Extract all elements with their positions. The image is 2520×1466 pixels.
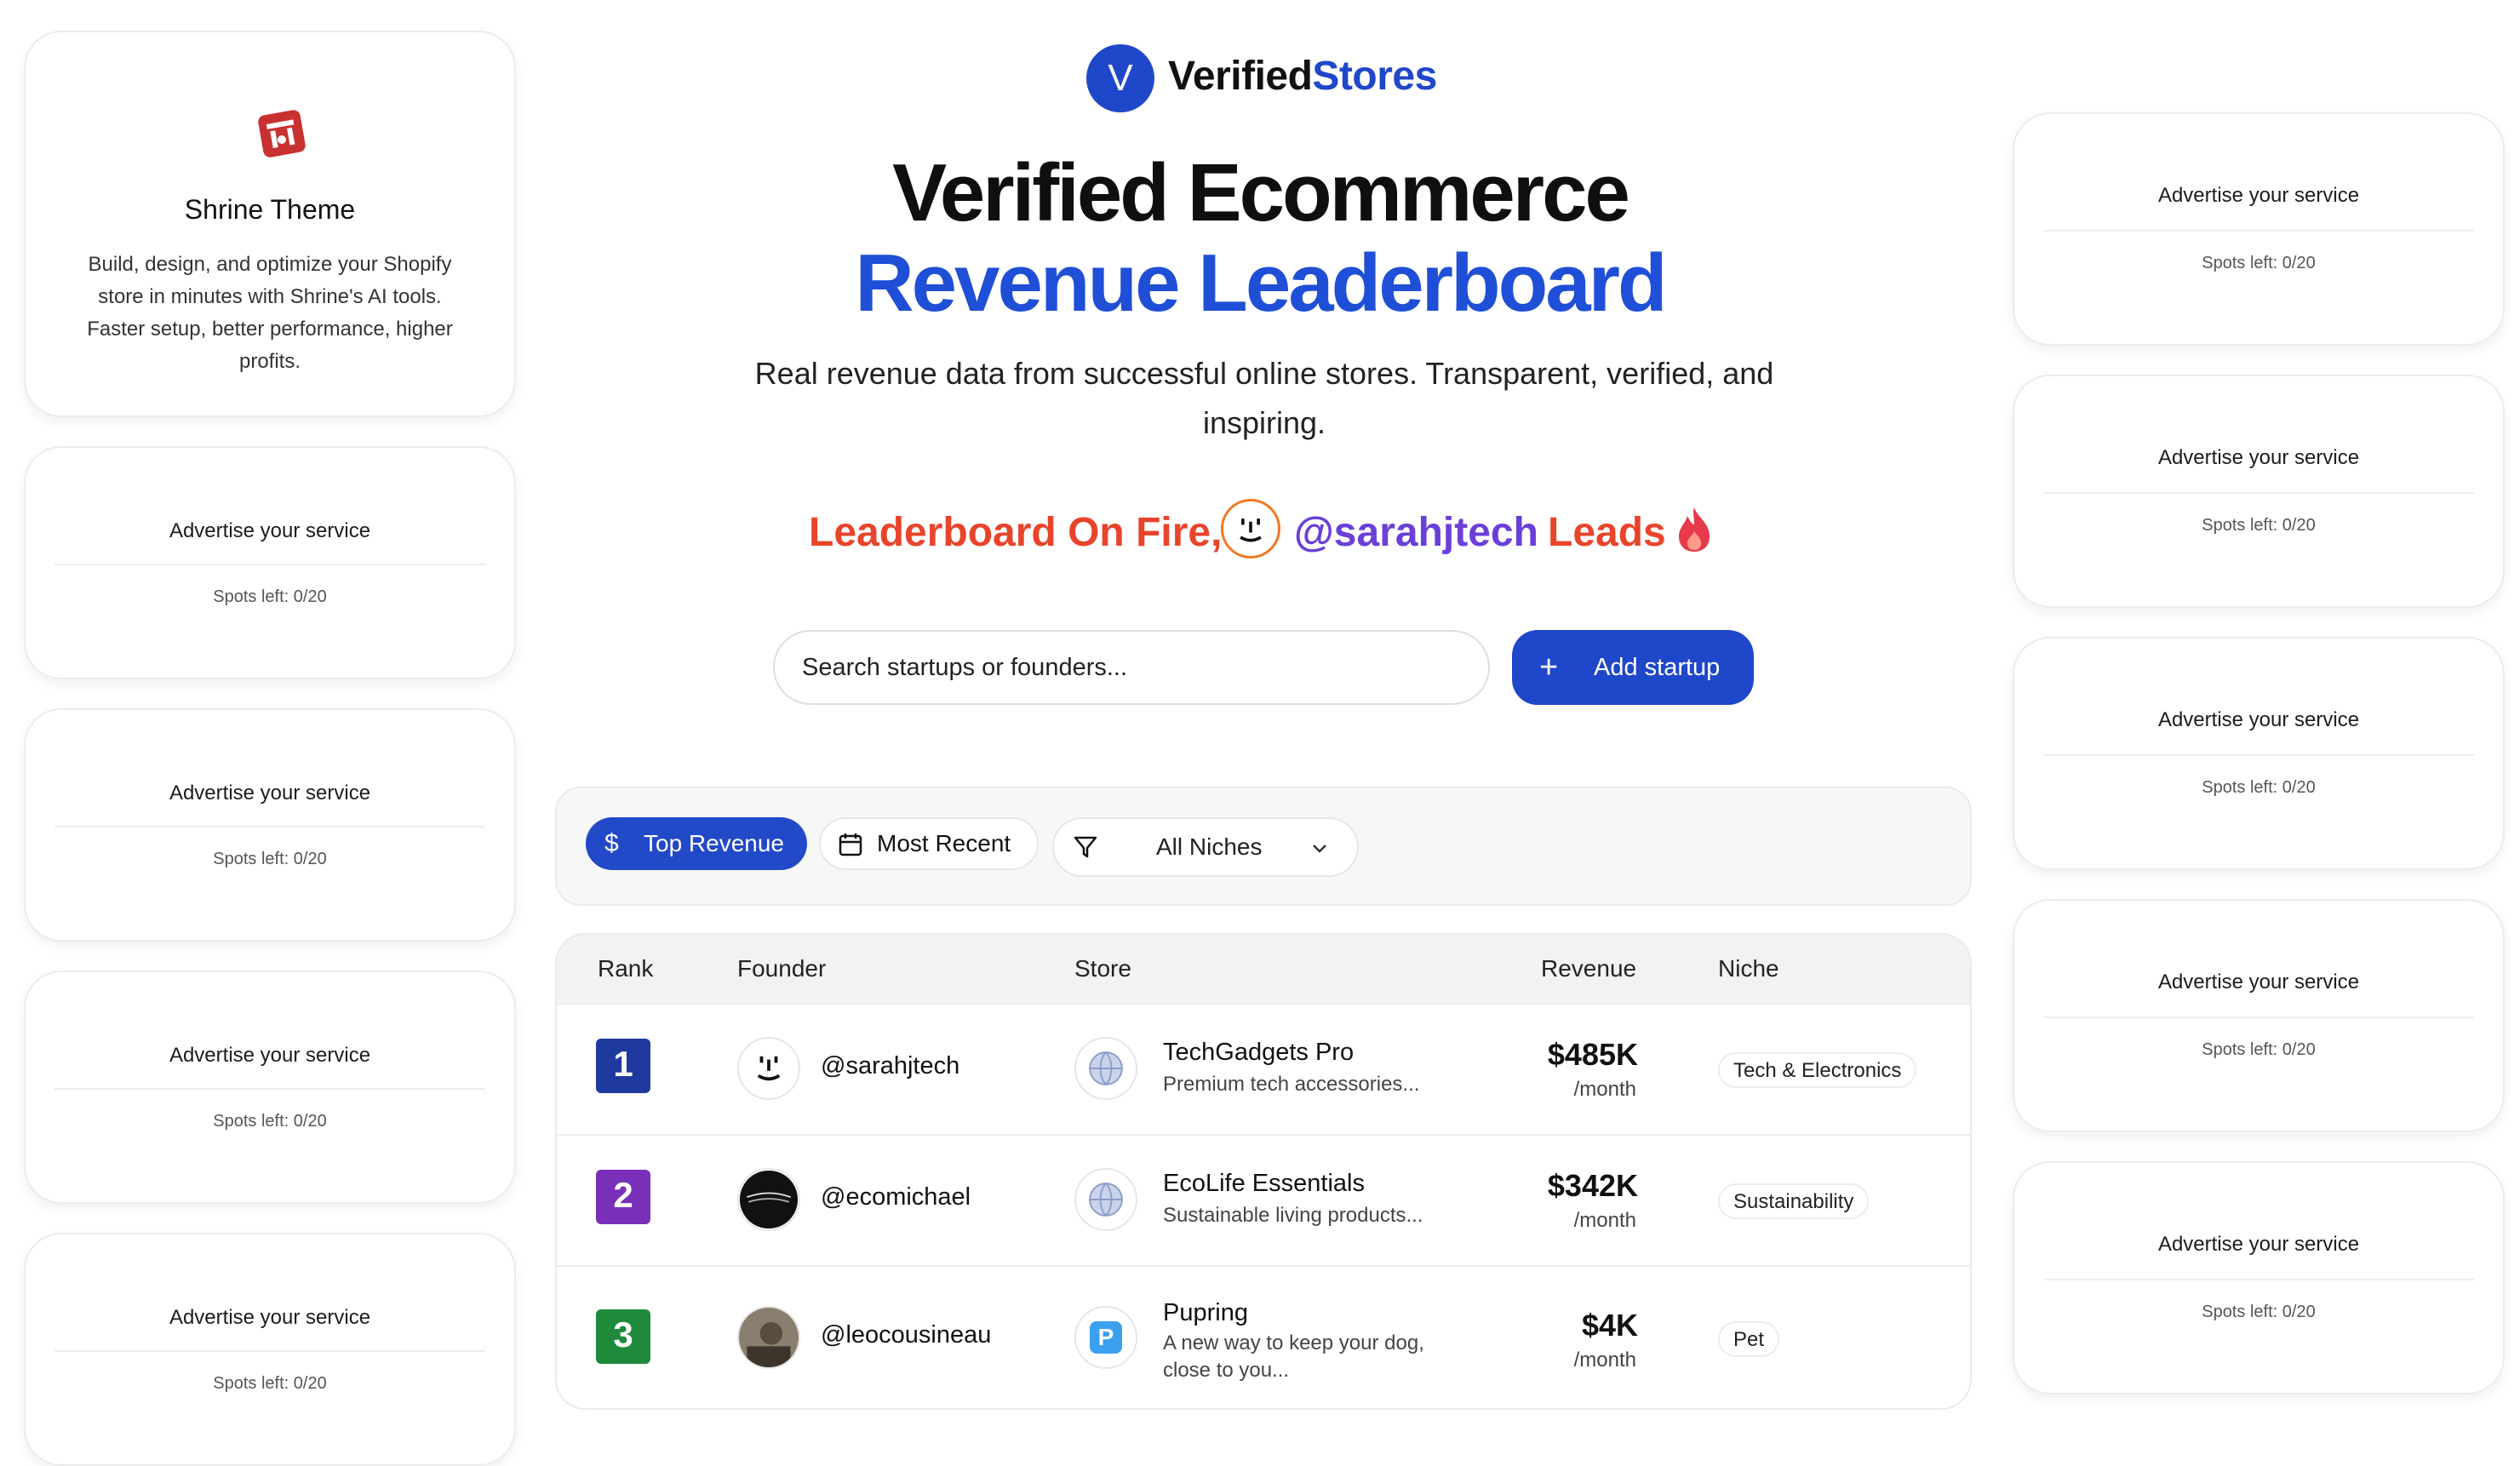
advertise-slot[interactable]: Advertise your service Spots left: 0/20 bbox=[24, 971, 516, 1204]
add-startup-button[interactable]: + Add startup bbox=[1512, 630, 1754, 705]
top-revenue-tab[interactable]: $ Top Revenue bbox=[586, 817, 807, 870]
table-row[interactable]: 1 @sarahjtech TechGadgets Pro Premium te… bbox=[557, 1005, 1970, 1134]
divider bbox=[2043, 1279, 2474, 1280]
leader-handle-link[interactable]: @sarahjtech bbox=[1294, 509, 1538, 556]
advertise-title: Advertise your service bbox=[169, 1044, 371, 1067]
spots-left: Spots left: 0/20 bbox=[213, 1374, 327, 1393]
store-description: Premium tech accessories... bbox=[1163, 1073, 1420, 1096]
brand-name-part2: Stores bbox=[1312, 54, 1437, 99]
advertise-title: Advertise your service bbox=[169, 1306, 371, 1329]
revenue-unit: /month bbox=[1573, 1209, 1636, 1232]
rank-number: 2 bbox=[613, 1175, 633, 1215]
page-title-line2: Revenue Leaderboard bbox=[855, 238, 1667, 329]
top-revenue-label: Top Revenue bbox=[644, 830, 785, 856]
header-store: Store bbox=[1074, 955, 1131, 982]
pupring-logo-icon: P bbox=[1074, 1306, 1137, 1369]
plus-icon: + bbox=[1539, 650, 1559, 685]
divider bbox=[2043, 1016, 2474, 1018]
advertise-title: Advertise your service bbox=[2157, 1233, 2360, 1256]
leaderboard-table: Rank Founder Store Revenue Niche 1 @sara… bbox=[555, 933, 1972, 1410]
store-name[interactable]: TechGadgets Pro bbox=[1163, 1039, 1354, 1067]
fire-icon bbox=[1679, 507, 1710, 552]
store-name[interactable]: Pupring bbox=[1163, 1299, 1248, 1327]
revenue-value: $4K bbox=[1581, 1308, 1638, 1343]
advertise-title: Advertise your service bbox=[169, 782, 371, 805]
revenue-unit: /month bbox=[1573, 1349, 1636, 1372]
revenue-value: $342K bbox=[1547, 1168, 1638, 1203]
advertise-slot[interactable]: Advertise your service Spots left: 0/20 bbox=[2013, 375, 2505, 608]
store-name[interactable]: EcoLife Essentials bbox=[1163, 1170, 1365, 1198]
revenue-unit: /month bbox=[1573, 1078, 1636, 1101]
search-placeholder: Search startups or founders... bbox=[802, 654, 1128, 681]
divider bbox=[54, 1350, 485, 1352]
spots-left: Spots left: 0/20 bbox=[2202, 778, 2316, 797]
spots-left: Spots left: 0/20 bbox=[2202, 1303, 2316, 1321]
advertise-slot[interactable]: Advertise your service Spots left: 0/20 bbox=[2013, 637, 2505, 870]
divider bbox=[2043, 754, 2474, 756]
brand-name[interactable]: VerifiedStores bbox=[1168, 53, 1437, 100]
founder-avatar[interactable] bbox=[737, 1168, 800, 1231]
filter-icon bbox=[1074, 836, 1097, 858]
niche-select[interactable]: All Niches bbox=[1052, 817, 1359, 877]
brand-logo-icon[interactable]: V bbox=[1086, 44, 1154, 112]
niche-badge: Tech & Electronics bbox=[1718, 1052, 1917, 1088]
store-description: Sustainable living products... bbox=[1163, 1204, 1423, 1227]
advertise-slot[interactable]: Advertise your service Spots left: 0/20 bbox=[2013, 899, 2505, 1132]
header-rank: Rank bbox=[598, 955, 654, 982]
chevron-down-icon bbox=[1313, 845, 1326, 853]
fire-suffix: Leads bbox=[1548, 510, 1666, 555]
search-input[interactable]: Search startups or founders... bbox=[773, 630, 1490, 705]
leader-avatar-icon[interactable] bbox=[1221, 499, 1280, 558]
advertise-slot[interactable]: Advertise your service Spots left: 0/20 bbox=[24, 1233, 516, 1466]
header-revenue: Revenue bbox=[1541, 955, 1637, 982]
page-title-line1: Verified Ecommerce bbox=[892, 147, 1630, 238]
brand-name-part1: Verified bbox=[1168, 54, 1313, 99]
add-startup-label: Add startup bbox=[1594, 654, 1721, 681]
header-founder: Founder bbox=[737, 955, 827, 982]
rank-number: 1 bbox=[613, 1044, 633, 1084]
spots-left: Spots left: 0/20 bbox=[213, 850, 327, 868]
filter-bar: $ Top Revenue Most Recent All Niches bbox=[555, 787, 1972, 906]
niche-badge: Sustainability bbox=[1718, 1183, 1870, 1219]
rank-badge: 3 bbox=[596, 1309, 650, 1364]
founder-handle[interactable]: @sarahjtech bbox=[821, 1052, 959, 1080]
fire-prefix: Leaderboard On Fire, bbox=[809, 510, 1223, 555]
calendar-icon bbox=[839, 833, 862, 856]
advertise-title: Advertise your service bbox=[2157, 971, 2360, 994]
advertise-title: Advertise your service bbox=[2157, 708, 2360, 731]
niche-select-value: All Niches bbox=[1156, 833, 1263, 860]
table-row[interactable]: 2 @ecomichael EcoLife Essentials Sustain… bbox=[557, 1136, 1970, 1265]
leaderboard-fire-banner: Leaderboard On Fire, @sarahjtech Leads bbox=[0, 499, 2520, 567]
rank-badge: 1 bbox=[596, 1039, 650, 1093]
page-subtitle: Real revenue data from successful online… bbox=[754, 356, 1774, 440]
rank-number: 3 bbox=[613, 1314, 633, 1354]
founder-avatar[interactable] bbox=[737, 1306, 800, 1369]
most-recent-label: Most Recent bbox=[877, 830, 1011, 856]
most-recent-tab[interactable]: Most Recent bbox=[819, 817, 1039, 870]
advertise-slot[interactable]: Advertise your service Spots left: 0/20 bbox=[2013, 1161, 2505, 1394]
dollar-icon: $ bbox=[604, 829, 619, 857]
founder-handle[interactable]: @leocousineau bbox=[821, 1321, 991, 1349]
advertise-title: Advertise your service bbox=[2157, 446, 2360, 469]
founder-handle[interactable]: @ecomichael bbox=[821, 1183, 971, 1211]
spots-left: Spots left: 0/20 bbox=[213, 1112, 327, 1131]
divider bbox=[2043, 492, 2474, 494]
store-description: A new way to keep your dog, close to you… bbox=[1163, 1331, 1424, 1382]
niche-badge: Pet bbox=[1718, 1321, 1780, 1357]
table-row[interactable]: 3 @leocousineau P Pupring A new way to k… bbox=[557, 1267, 1970, 1408]
divider bbox=[54, 1088, 485, 1090]
header-niche: Niche bbox=[1718, 955, 1779, 982]
revenue-value: $485K bbox=[1547, 1037, 1638, 1072]
divider bbox=[54, 826, 485, 827]
globe-icon bbox=[1074, 1037, 1137, 1100]
rank-badge: 2 bbox=[596, 1170, 650, 1224]
founder-avatar[interactable] bbox=[737, 1037, 800, 1100]
spots-left: Spots left: 0/20 bbox=[2202, 1040, 2316, 1059]
advertise-slot[interactable]: Advertise your service Spots left: 0/20 bbox=[24, 708, 516, 942]
globe-icon bbox=[1074, 1168, 1137, 1231]
spots-left: Spots left: 0/20 bbox=[213, 587, 327, 606]
table-header: Rank Founder Store Revenue Niche bbox=[557, 935, 1970, 1003]
